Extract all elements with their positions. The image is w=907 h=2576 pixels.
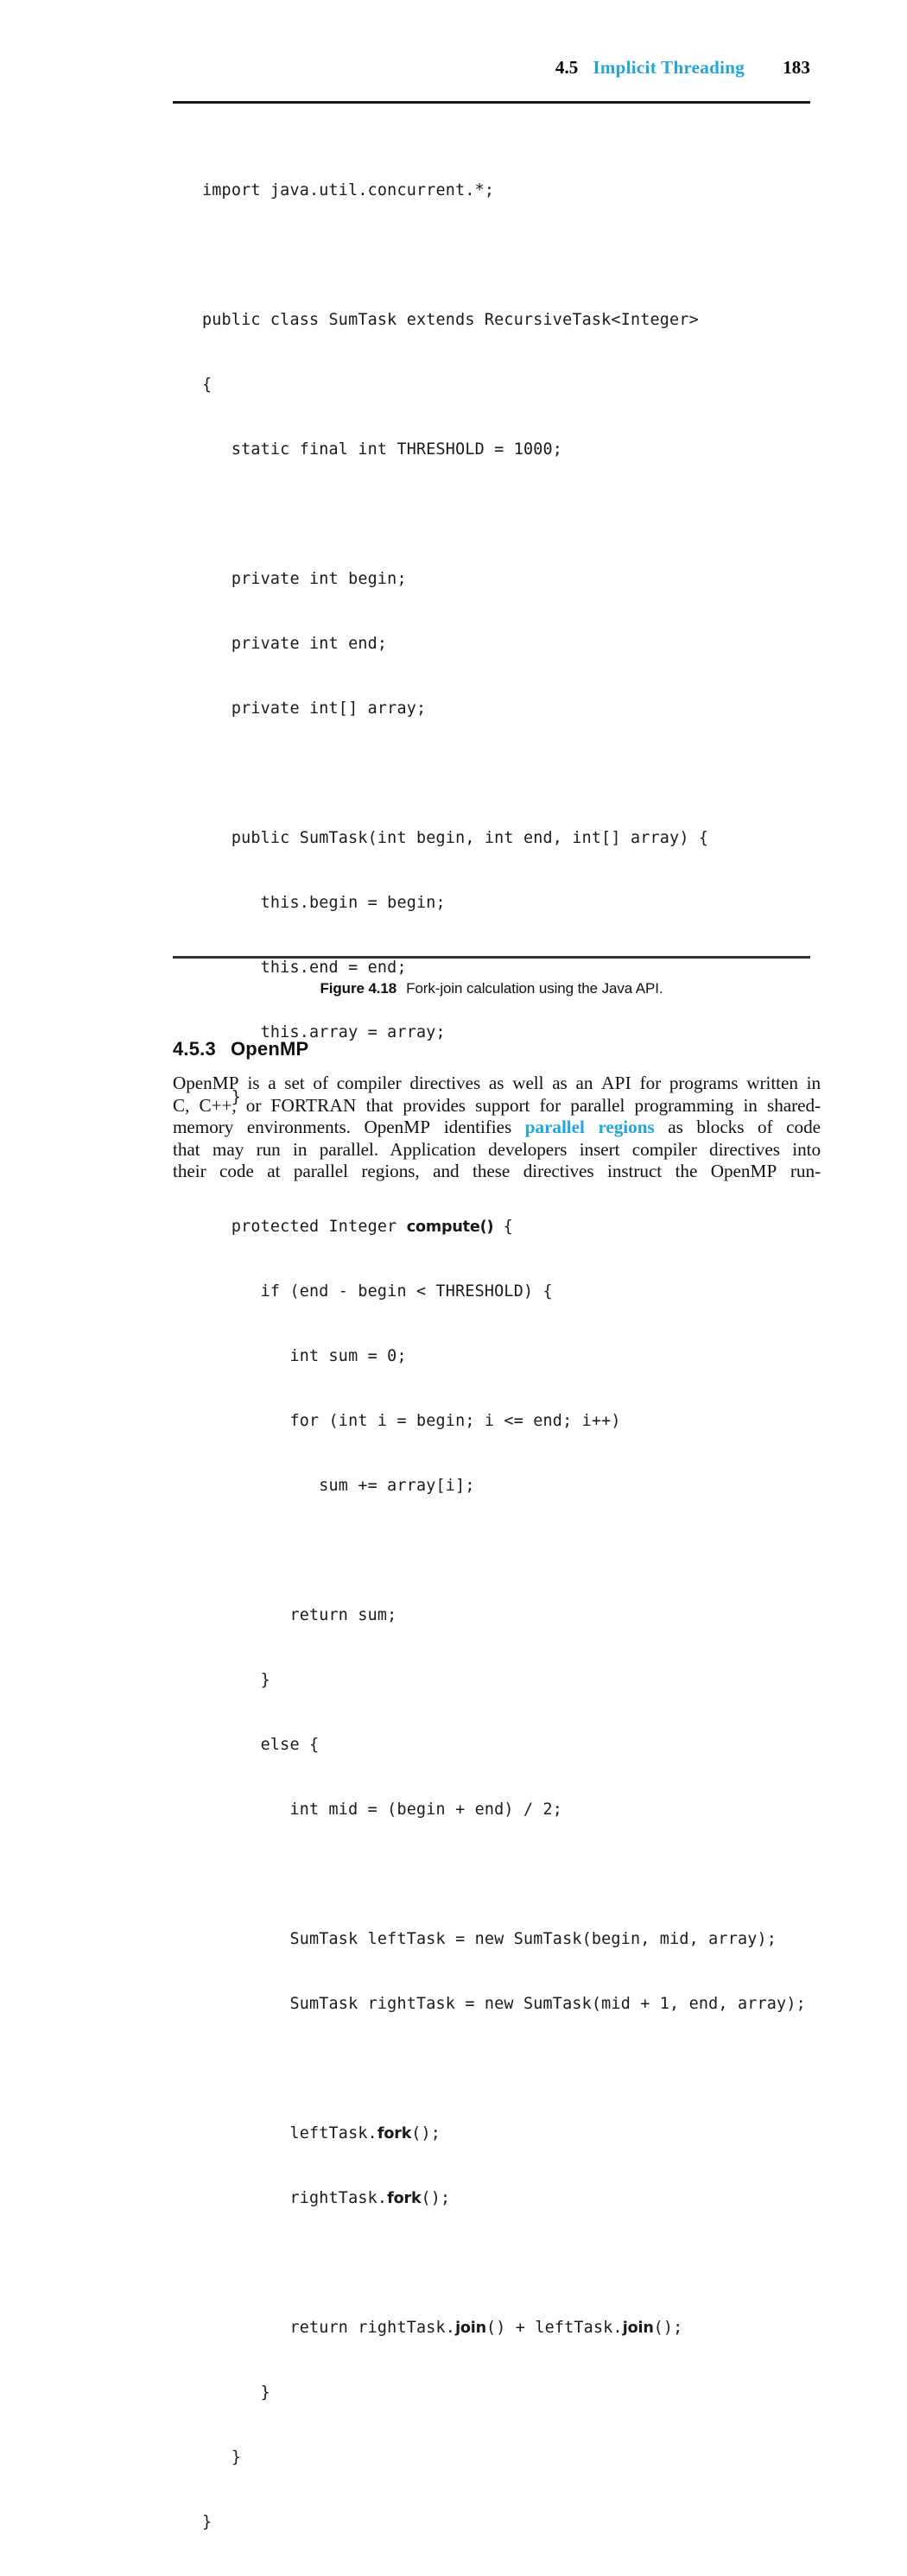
code-line: static final int THRESHOLD = 1000; bbox=[202, 440, 563, 459]
figure-caption-text: Fork-join calculation using the Java API… bbox=[406, 980, 663, 997]
code-bold-token: fork bbox=[377, 2125, 412, 2142]
small-caps-fortran: FORTRAN bbox=[270, 1094, 357, 1116]
code-line: } bbox=[202, 2383, 270, 2402]
figure-caption: Figure 4.18 Fork-join calculation using t… bbox=[173, 980, 810, 997]
running-head: 4.5 Implicit Threading 183 bbox=[173, 57, 810, 85]
body-paragraph: OpenMP is a set of compiler directives a… bbox=[173, 1073, 821, 1183]
small-caps-api: API bbox=[601, 1073, 631, 1093]
code-line: sum += array[i]; bbox=[202, 1477, 475, 1495]
paragraph-line: that may run in parallel. Application de… bbox=[173, 1138, 821, 1160]
code-line: private int[] array; bbox=[202, 699, 427, 718]
paragraph-line: their code at parallel regions, and thes… bbox=[173, 1161, 821, 1182]
figure-bottom-rule bbox=[173, 956, 810, 959]
code-line: private int begin; bbox=[202, 570, 407, 588]
code-bold-token: compute() bbox=[406, 1218, 494, 1236]
code-line: return sum; bbox=[202, 1606, 397, 1624]
emphasized-term: parallel regions bbox=[524, 1117, 655, 1138]
code-bold-token: fork bbox=[387, 2190, 422, 2207]
code-bold-token: join bbox=[455, 2320, 486, 2337]
paragraph-line: memory environments. OpenMP identifies p… bbox=[173, 1117, 821, 1138]
code-line: SumTask rightTask = new SumTask(mid + 1,… bbox=[202, 1995, 806, 2013]
code-line: public class SumTask extends RecursiveTa… bbox=[202, 311, 699, 329]
code-listing: import java.util.concurrent.*; public cl… bbox=[202, 136, 841, 2576]
textbook-page: 4.5 Implicit Threading 183 import java.u… bbox=[0, 0, 907, 2531]
code-line: SumTask leftTask = new SumTask(begin, mi… bbox=[202, 1930, 777, 1948]
small-caps-mp: MP bbox=[403, 1117, 431, 1138]
figure-caption-label: Figure 4.18 bbox=[320, 980, 397, 997]
section-heading-title: OpenMP bbox=[230, 1038, 309, 1060]
code-line: leftTask.fork(); bbox=[202, 2124, 441, 2142]
running-head-section-number: 4.5 bbox=[555, 57, 579, 78]
code-line: int sum = 0; bbox=[202, 1347, 407, 1365]
figure-top-rule bbox=[173, 101, 810, 104]
code-line: for (int i = begin; i <= end; i++) bbox=[202, 1412, 621, 1430]
code-line: public SumTask(int begin, int end, int[]… bbox=[202, 829, 709, 847]
code-line: rightTask.fork(); bbox=[202, 2189, 451, 2207]
code-line: private int end; bbox=[202, 635, 388, 653]
section-heading: 4.5.3 OpenMP bbox=[173, 1038, 308, 1060]
code-line: this.end = end; bbox=[202, 959, 407, 977]
code-line: } bbox=[202, 2513, 212, 2531]
section-heading-number: 4.5.3 bbox=[173, 1038, 216, 1060]
code-line: protected Integer compute() { bbox=[202, 1218, 513, 1236]
code-line: if (end - begin < THRESHOLD) { bbox=[202, 1282, 553, 1301]
code-bold-token: join bbox=[622, 2320, 654, 2337]
paragraph-line: OpenMP is a set of compiler directives a… bbox=[173, 1073, 821, 1093]
code-line: int mid = (begin + end) / 2; bbox=[202, 1801, 563, 1819]
code-line: } bbox=[202, 1671, 270, 1689]
paragraph-line: C, C++, or FORTRAN that provides support… bbox=[173, 1094, 821, 1116]
code-line: else { bbox=[202, 1736, 320, 1754]
code-line: } bbox=[202, 2448, 242, 2466]
page-number: 183 bbox=[783, 57, 810, 78]
small-caps-mp: MP bbox=[750, 1161, 777, 1182]
small-caps-mp: MP bbox=[212, 1073, 239, 1093]
code-line: this.begin = begin; bbox=[202, 894, 446, 912]
code-line: return rightTask.join() + leftTask.join(… bbox=[202, 2319, 683, 2337]
running-head-section-title: Implicit Threading bbox=[593, 57, 745, 78]
code-line: { bbox=[202, 376, 212, 394]
code-line: import java.util.concurrent.*; bbox=[202, 181, 495, 199]
